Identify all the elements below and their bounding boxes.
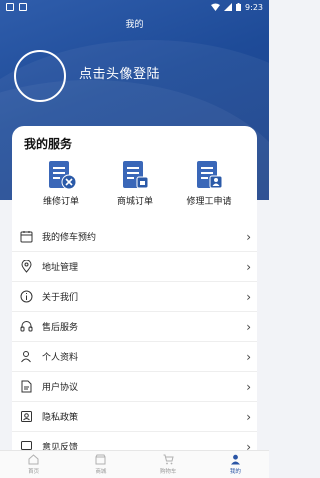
menu-item-privacy[interactable]: 隐私政策 › <box>12 402 257 432</box>
battery-icon <box>236 3 242 11</box>
services-card: 我的服务 维修订单 商城订单 修理工申请 <box>12 126 257 226</box>
services-title: 我的服务 <box>24 137 73 151</box>
profile-icon <box>230 454 240 465</box>
status-time: 9:23 <box>245 2 263 12</box>
login-prompt[interactable]: 点击头像登陆 <box>79 63 160 82</box>
menu-item-address[interactable]: 地址管理 › <box>12 252 257 282</box>
tab-cart[interactable]: 购物车 <box>135 451 202 478</box>
chevron-right-icon: › <box>246 289 251 304</box>
menu-item-label: 售后服务 <box>42 323 79 333</box>
signal-icon <box>224 3 233 11</box>
store-icon <box>95 454 106 465</box>
page-title: 我的 <box>125 20 144 30</box>
menu-item-about[interactable]: 关于我们 › <box>12 282 257 312</box>
tab-store[interactable]: 商城 <box>67 451 134 478</box>
tab-profile[interactable]: 我的 <box>202 451 269 478</box>
appointment-icon <box>18 229 34 245</box>
menu-item-feedback[interactable]: 意见反馈 › <box>12 432 257 452</box>
menu-item-label: 个人资料 <box>42 353 79 363</box>
tab-label: 商城 <box>95 469 107 475</box>
chevron-right-icon: › <box>246 259 251 274</box>
person-icon <box>18 349 34 365</box>
chevron-right-icon: › <box>246 319 251 334</box>
menu-item-label: 隐私政策 <box>42 413 79 423</box>
menu-item-label: 关于我们 <box>42 293 79 303</box>
privacy-icon <box>18 409 34 425</box>
status-bar: 9:23 <box>0 0 269 14</box>
mall-order-icon <box>123 161 149 189</box>
menu-item-label: 我的修车预约 <box>42 233 97 243</box>
tab-label: 我的 <box>229 469 241 475</box>
avatar[interactable] <box>14 50 66 102</box>
repair-order-button[interactable]: 维修订单 <box>26 160 96 207</box>
mechanic-application-icon <box>197 161 223 189</box>
menu-list: 我的修车预约 › 地址管理 › 关于我们 › 售后服务 › 个人资料 › 用户协… <box>12 222 257 452</box>
service-label: 维修订单 <box>42 197 79 207</box>
home-icon <box>28 454 39 465</box>
info-icon <box>18 289 34 305</box>
menu-item-appointment[interactable]: 我的修车预约 › <box>12 222 257 252</box>
repair-order-icon <box>49 161 76 190</box>
tab-label: 首页 <box>28 469 40 475</box>
location-icon <box>18 259 34 275</box>
wifi-icon <box>211 3 221 11</box>
notification-icon <box>6 3 14 11</box>
chevron-right-icon: › <box>246 379 251 394</box>
mechanic-application-button[interactable]: 修理工申请 <box>174 160 244 207</box>
menu-item-label: 用户协议 <box>42 383 79 393</box>
chevron-right-icon: › <box>246 409 251 424</box>
menu-item-label: 地址管理 <box>42 263 79 273</box>
menu-item-after-sales[interactable]: 售后服务 › <box>12 312 257 342</box>
tab-label: 购物车 <box>159 469 177 475</box>
menu-item-profile[interactable]: 个人资料 › <box>12 342 257 372</box>
chevron-right-icon: › <box>246 349 251 364</box>
service-label: 修理工申请 <box>186 197 232 207</box>
chevron-right-icon: › <box>246 229 251 244</box>
mall-order-button[interactable]: 商城订单 <box>100 160 170 207</box>
notification-icon <box>19 3 27 11</box>
menu-item-user-agreement[interactable]: 用户协议 › <box>12 372 257 402</box>
document-icon <box>18 379 34 395</box>
bottom-tab-bar: 首页 商城 购物车 我的 <box>0 450 269 478</box>
cart-icon <box>163 454 174 465</box>
tab-home[interactable]: 首页 <box>0 451 67 478</box>
headset-icon <box>18 319 34 335</box>
service-label: 商城订单 <box>116 197 153 207</box>
